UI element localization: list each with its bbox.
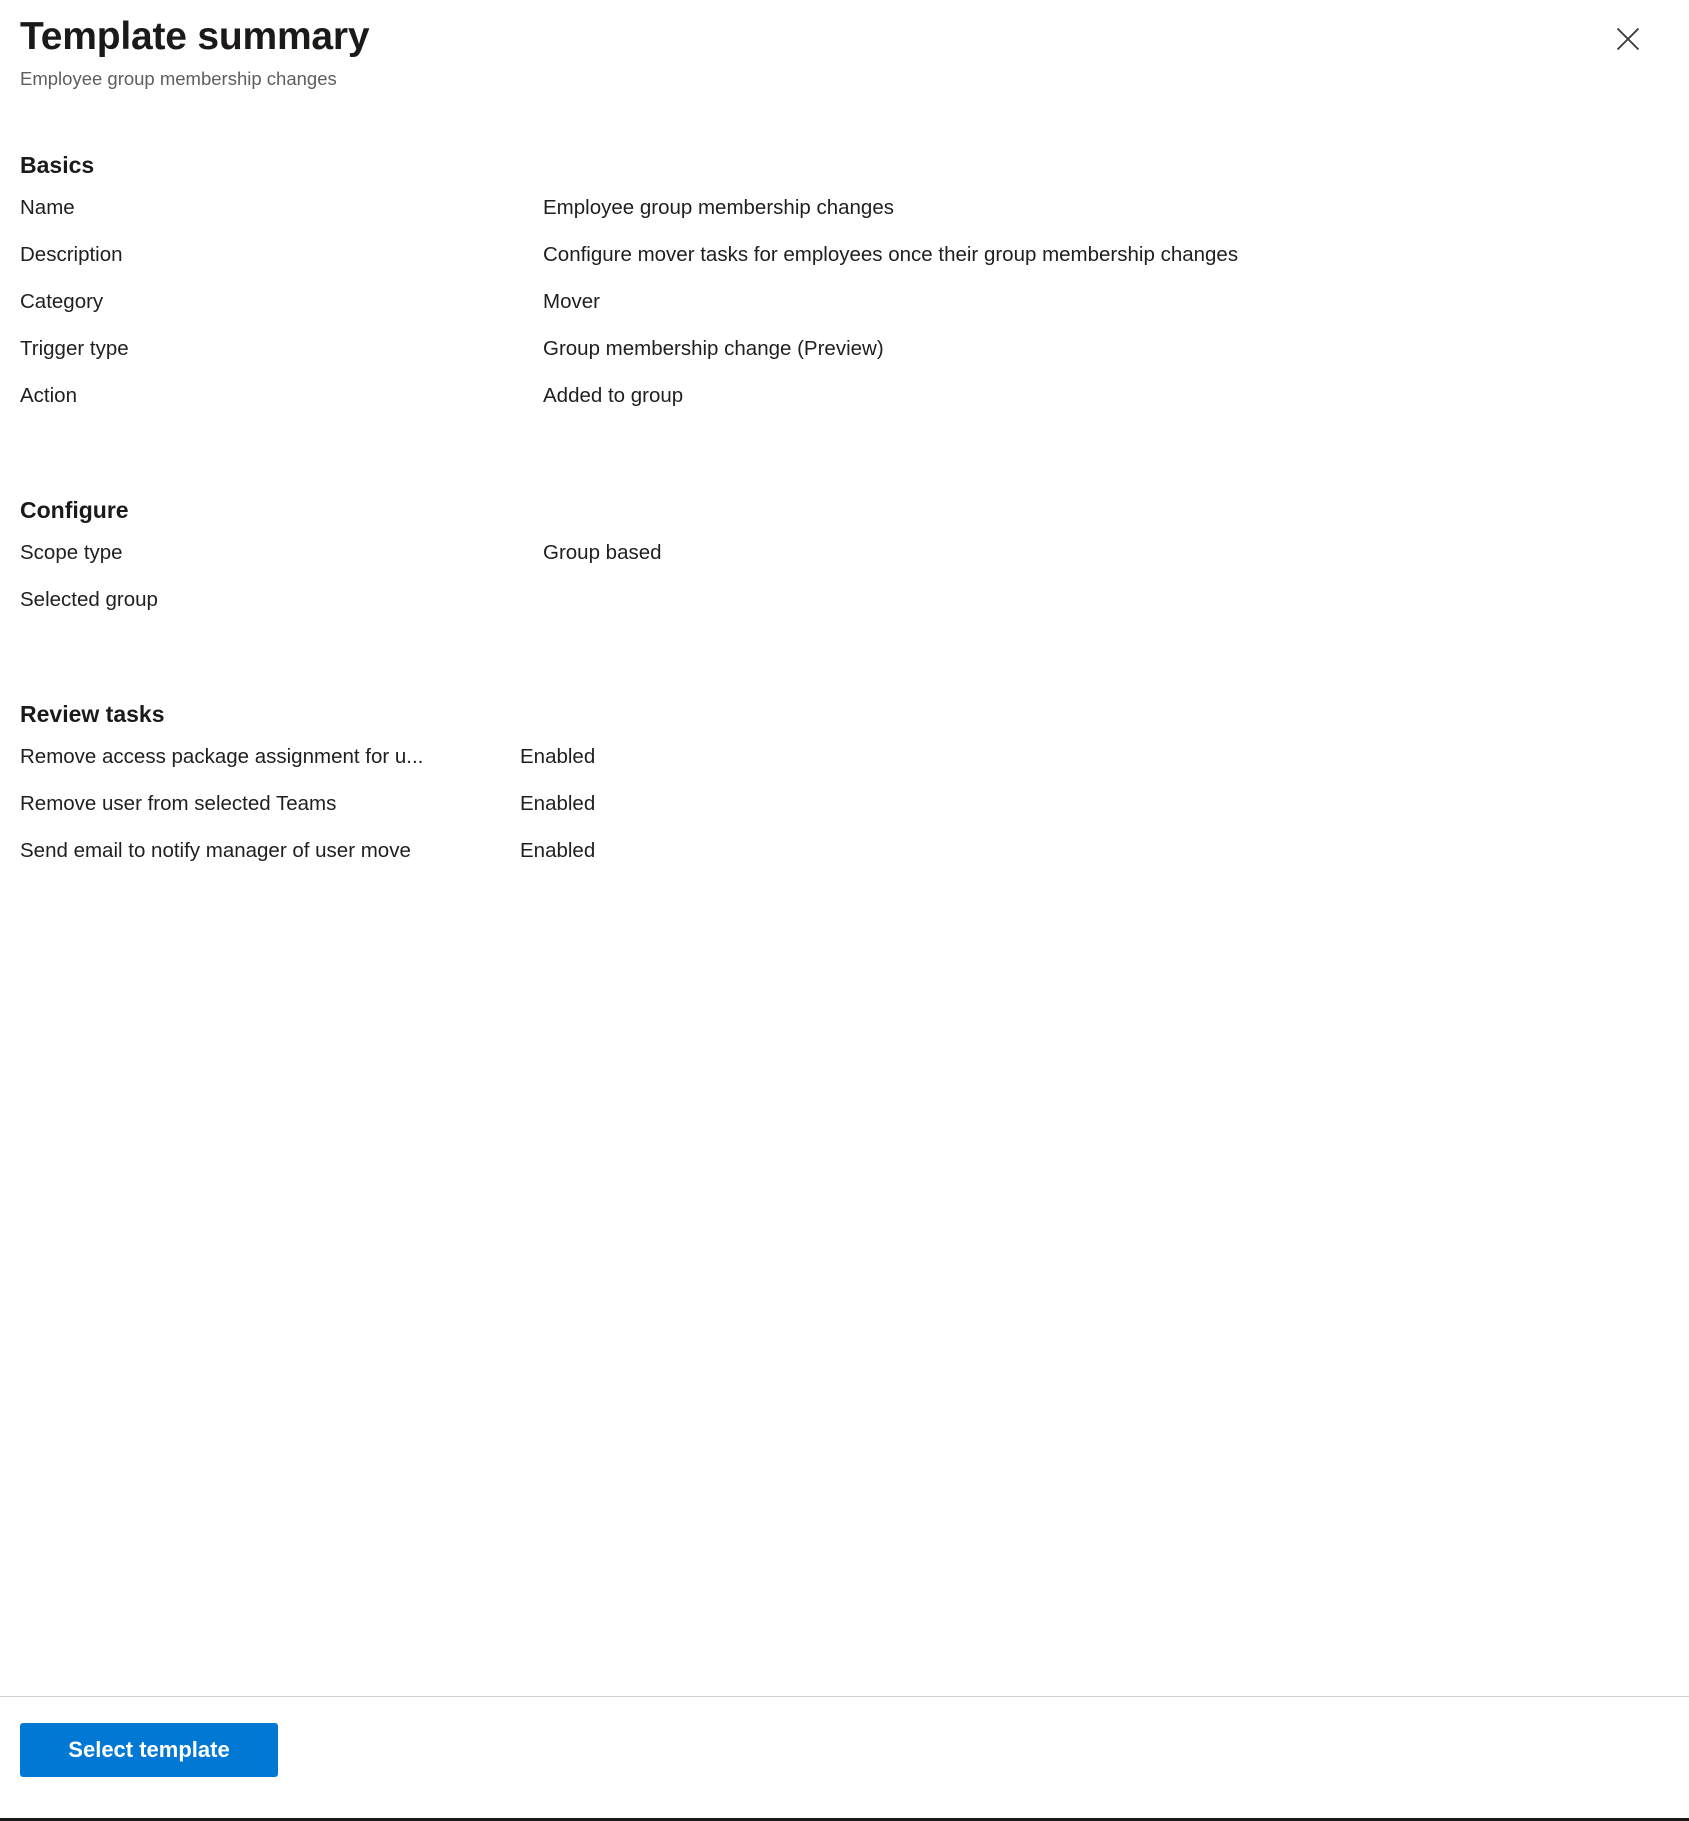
section-basics: Basics Name Employee group membership ch…	[20, 92, 1665, 429]
field-value: Group membership change (Preview)	[543, 337, 884, 360]
field-value: Employee group membership changes	[543, 196, 894, 219]
field-label: Name	[20, 196, 75, 219]
field-value: Configure mover tasks for employees once…	[543, 243, 1239, 266]
section-configure: Configure Scope type Group based Selecte…	[20, 429, 1665, 633]
section-heading-basics: Basics	[20, 152, 95, 178]
task-status: Enabled	[520, 839, 596, 862]
field-row-action: Action Added to group	[20, 382, 1665, 429]
task-label: Remove user from selected Teams	[20, 792, 337, 815]
field-label: Trigger type	[20, 337, 129, 360]
page-subtitle: Employee group membership changes	[20, 68, 337, 89]
field-row-selected-group: Selected group	[20, 586, 1665, 633]
task-row: Remove user from selected Teams Enabled	[20, 790, 1665, 837]
field-label: Category	[20, 290, 104, 313]
section-heading-review-tasks: Review tasks	[20, 701, 165, 727]
field-row-trigger-type: Trigger type Group membership change (Pr…	[20, 335, 1665, 382]
field-label: Description	[20, 243, 123, 266]
task-row: Remove access package assignment for u..…	[20, 743, 1665, 790]
basics-field-list: Name Employee group membership changes D…	[20, 194, 1665, 429]
page-title: Template summary	[20, 15, 370, 58]
template-summary-panel: Template summary Employee group membersh…	[0, 0, 1689, 1821]
field-row-scope-type: Scope type Group based	[20, 539, 1665, 586]
panel-header: Template summary Employee group membersh…	[0, 0, 1689, 92]
field-row-name: Name Employee group membership changes	[20, 194, 1665, 241]
field-value: Added to group	[543, 384, 684, 407]
section-heading-configure: Configure	[20, 497, 129, 523]
task-label: Send email to notify manager of user mov…	[20, 839, 411, 862]
select-template-button[interactable]: Select template	[20, 1723, 278, 1777]
configure-field-list: Scope type Group based Selected group	[20, 539, 1665, 633]
field-row-description: Description Configure mover tasks for em…	[20, 241, 1665, 288]
field-label: Action	[20, 384, 77, 407]
section-review-tasks: Review tasks Remove access package assig…	[20, 633, 1665, 884]
review-tasks-list: Remove access package assignment for u..…	[20, 743, 1665, 884]
field-label: Scope type	[20, 541, 123, 564]
task-row: Send email to notify manager of user mov…	[20, 837, 1665, 884]
summary-content: Basics Name Employee group membership ch…	[0, 92, 1689, 1696]
field-value: Group based	[543, 541, 662, 564]
task-status: Enabled	[520, 792, 596, 815]
close-icon[interactable]	[1607, 18, 1649, 60]
field-label: Selected group	[20, 588, 158, 611]
field-row-category: Category Mover	[20, 288, 1665, 335]
field-value: Mover	[543, 290, 600, 313]
panel-footer: Select template	[0, 1696, 1689, 1818]
task-status: Enabled	[520, 745, 596, 768]
task-label: Remove access package assignment for u..…	[20, 745, 424, 768]
